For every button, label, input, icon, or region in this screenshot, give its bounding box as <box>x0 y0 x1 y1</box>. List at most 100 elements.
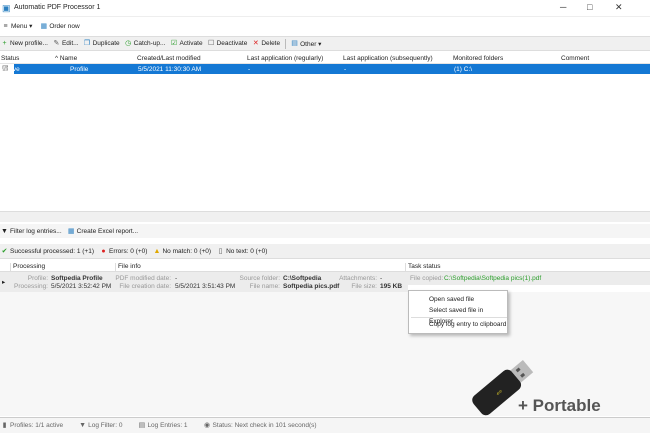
list-icon: ▤ <box>138 422 146 429</box>
toolbar-button-7[interactable]: ▤ Other ▾ <box>291 40 321 48</box>
filter-toggle-1[interactable]: ● Errors: 0 (+0) <box>100 248 147 255</box>
status-bar: ▮ Profiles: 1/1 active ▼ Log Filter: 0 ▤ Lo… <box>0 417 650 433</box>
attachments-label: Attachments: <box>339 275 377 282</box>
filter-label: No match: 0 (+0) <box>162 247 212 255</box>
filter-toggle-2[interactable]: ▲ No match: 0 (+0) <box>153 247 212 255</box>
attachments-value: - <box>380 275 383 282</box>
creation-label: File creation date: <box>119 283 171 290</box>
minimize-button[interactable]: ─ <box>560 2 566 12</box>
window-title: Automatic PDF Processor 1 <box>14 4 101 11</box>
order-now-label: Order now <box>49 22 80 30</box>
log-table-header: Processing File info Task status <box>0 261 650 273</box>
duplicate-icon: ❐ <box>83 40 91 47</box>
source-folder-value: C:\Softpedia <box>283 275 322 282</box>
watermark-text: + Portable <box>518 396 601 415</box>
filter-label: Successful processed: 1 (+1) <box>10 247 94 255</box>
menu-separator <box>411 317 507 318</box>
col-header[interactable]: Last application (subsequently) <box>343 55 433 62</box>
col-header[interactable]: Last application (regularly) <box>247 55 323 62</box>
file-copied-label: File copied: <box>410 275 444 282</box>
toolbar-button-1[interactable]: ✎ Edit... <box>53 40 79 47</box>
source-folder-label: Source folder: <box>239 275 280 282</box>
file-size-label: File size: <box>351 283 377 290</box>
delete-icon: ✕ <box>252 40 259 47</box>
error-icon: ● <box>101 247 106 255</box>
table-row[interactable]: Active Profile 5/5/2021 11:30:30 AM - - (1) C… <box>2 64 650 74</box>
toolbar-button-label: Delete <box>261 40 281 47</box>
filter-toggle-0[interactable]: ✔ Successful processed: 1 (+1) <box>1 248 94 255</box>
file-size-value: 195 KB <box>380 283 403 290</box>
toolbar-button-label: Deactivate <box>216 40 248 47</box>
pdf-modified-label: PDF modified date: <box>115 275 171 282</box>
col-header[interactable]: Comment <box>561 55 589 62</box>
status-log-filter: ▼ Log Filter: 0 <box>79 422 122 429</box>
status-profiles: ▮ Profiles: 1/1 active <box>1 422 64 429</box>
menu-item-copy-log-entry[interactable]: Copy log entry to clipboard <box>429 319 507 330</box>
toolbar-separator <box>285 38 287 49</box>
status-log-filter-text: Log Filter: 0 <box>88 422 123 429</box>
status-next-check-text: Status: Next check in 101 second(s) <box>212 422 317 429</box>
status-log-entries-text: Log Entries: 1 <box>147 422 188 429</box>
filter-icon: ▼ <box>79 422 87 429</box>
toolbar-button-2[interactable]: ❐ Duplicate <box>84 40 120 47</box>
toolbar-button-label: Catch-up... <box>133 40 166 47</box>
checkbox-empty-icon: ☐ <box>207 40 215 47</box>
calendar-icon: ▤ <box>291 40 298 47</box>
log-toolbar: ▼ Filter log entries... ▦ Create Excel rep… <box>0 224 650 238</box>
file-name-label: File name: <box>249 283 280 290</box>
table-cell: Profile <box>70 66 89 73</box>
toolbar-button-4[interactable]: ☑ Activate <box>170 40 203 47</box>
maximize-button[interactable]: □ <box>587 2 592 12</box>
checkbox-checked-icon: ☑ <box>170 40 178 47</box>
table-cell: (1) C:\ <box>454 66 473 73</box>
app-icon: ▣ <box>2 3 11 13</box>
excel-report-label: Create Excel report... <box>76 227 139 235</box>
col-header[interactable]: Status <box>1 55 19 62</box>
wrench-icon: ✎ <box>53 40 60 47</box>
toolbar-button-0[interactable]: + New profile... <box>1 40 47 47</box>
menu-icon: ≡ <box>3 22 8 30</box>
profiles-icon: ▮ <box>2 422 7 429</box>
creation-value: 5/5/2021 3:51:43 PM <box>175 283 236 290</box>
col-header[interactable]: Created/Last modified <box>137 55 201 62</box>
toolbar-button-label: Duplicate <box>92 40 120 47</box>
menu-label: Menu ▾ <box>11 23 33 30</box>
close-button[interactable]: ✕ <box>615 2 623 13</box>
toolbar-button-3[interactable]: ◷ Catch-up... <box>125 40 166 47</box>
col-header[interactable]: ^ Name <box>55 55 77 62</box>
warning-icon: ▲ <box>153 247 161 255</box>
filter-toggle-3[interactable]: ▯ No text: 0 (+0) <box>217 247 268 255</box>
status-next-check: ◉ Status: Next check in 101 second(s) <box>204 422 317 429</box>
filter-log-label: Filter log entries... <box>10 227 62 235</box>
row-pointer-icon: ▸ <box>2 279 6 286</box>
order-now-button[interactable]: ▦ Order now <box>40 22 80 30</box>
table-cell: 5/5/2021 11:30:30 AM <box>138 66 202 73</box>
profile-label: Profile: <box>27 275 48 282</box>
excel-report-button[interactable]: ▦ Create Excel report... <box>68 228 138 235</box>
log-entry-row[interactable]: ▸ Profile: Softpedia Profile Processing:… <box>0 272 408 292</box>
toolbar-button-label: Activate <box>179 40 203 47</box>
filter-label: No text: 0 (+0) <box>226 247 268 255</box>
log-filter-bar: ✔ Successful processed: 1 (+1) ● Errors: 0 … <box>0 244 650 259</box>
splitter[interactable] <box>0 211 650 222</box>
menu-item-open-saved-file[interactable]: Open saved file <box>429 294 507 305</box>
file-copied-link[interactable]: C:\Softpedia\Softpedia pics(1).pdf <box>444 275 541 282</box>
col-header[interactable]: Monitored folders <box>453 55 503 62</box>
processing-label: Processing: <box>14 283 48 290</box>
plus-icon: + <box>2 40 7 47</box>
title-bar: ▣ Automatic PDF Processor 1 ─ □ ✕ <box>0 0 650 17</box>
table-cell: Active <box>2 66 20 73</box>
task-status-cell[interactable]: File copied: C:\Softpedia\Softpedia pics… <box>408 272 650 285</box>
menu-button[interactable]: ≡ Menu ▾ <box>2 22 33 31</box>
toolbar-button-6[interactable]: ✕ Delete <box>252 40 280 47</box>
file-name-value: Softpedia pics.pdf <box>283 283 340 290</box>
pdf-modified-value: - <box>175 275 178 282</box>
menu-item-select-in-explorer[interactable]: Select saved file in Explorer <box>429 305 507 325</box>
cart-icon: ▦ <box>40 22 48 30</box>
filter-log-button[interactable]: ▼ Filter log entries... <box>1 228 62 235</box>
table-cell: - <box>248 66 251 73</box>
clock-icon: ◉ <box>203 422 211 429</box>
toolbar: + New profile... ✎ Edit... ❐ Duplicate ◷ Catch-… <box>0 36 650 51</box>
document-icon: ▯ <box>218 247 223 255</box>
toolbar-button-5[interactable]: ☐ Deactivate <box>207 40 248 47</box>
